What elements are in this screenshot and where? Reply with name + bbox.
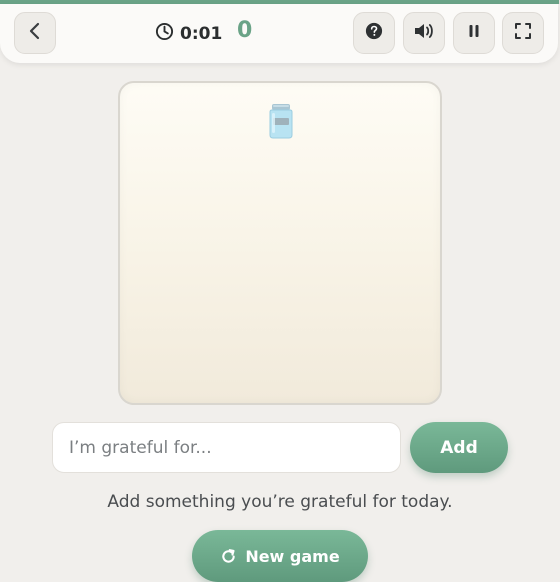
speaker-icon xyxy=(413,22,435,44)
back-button[interactable] xyxy=(14,12,56,54)
score-value: 0 xyxy=(237,18,253,43)
gratitude-input[interactable] xyxy=(53,423,400,472)
timer: 0:01 xyxy=(155,22,222,45)
top-bar: 0:01 0 xyxy=(0,4,558,63)
question-icon xyxy=(365,22,383,44)
fullscreen-button[interactable] xyxy=(502,12,544,54)
chevron-left-icon xyxy=(28,22,42,44)
clock-icon xyxy=(155,22,174,45)
timer-value: 0:01 xyxy=(180,23,223,44)
help-button[interactable] xyxy=(353,12,395,54)
pause-button[interactable] xyxy=(453,12,495,54)
add-button[interactable]: Add xyxy=(410,422,508,473)
jar-icon xyxy=(266,103,296,143)
gratitude-input-wrapper xyxy=(52,422,401,473)
pause-icon xyxy=(467,23,481,43)
restart-icon xyxy=(220,548,237,565)
instruction-text: Add something you’re grateful for today. xyxy=(107,492,453,512)
new-game-label: New game xyxy=(245,546,340,566)
new-game-button[interactable]: New game xyxy=(192,530,368,582)
fullscreen-icon xyxy=(514,22,532,44)
gratitude-jar-board xyxy=(118,81,442,405)
sound-button[interactable] xyxy=(403,12,445,54)
